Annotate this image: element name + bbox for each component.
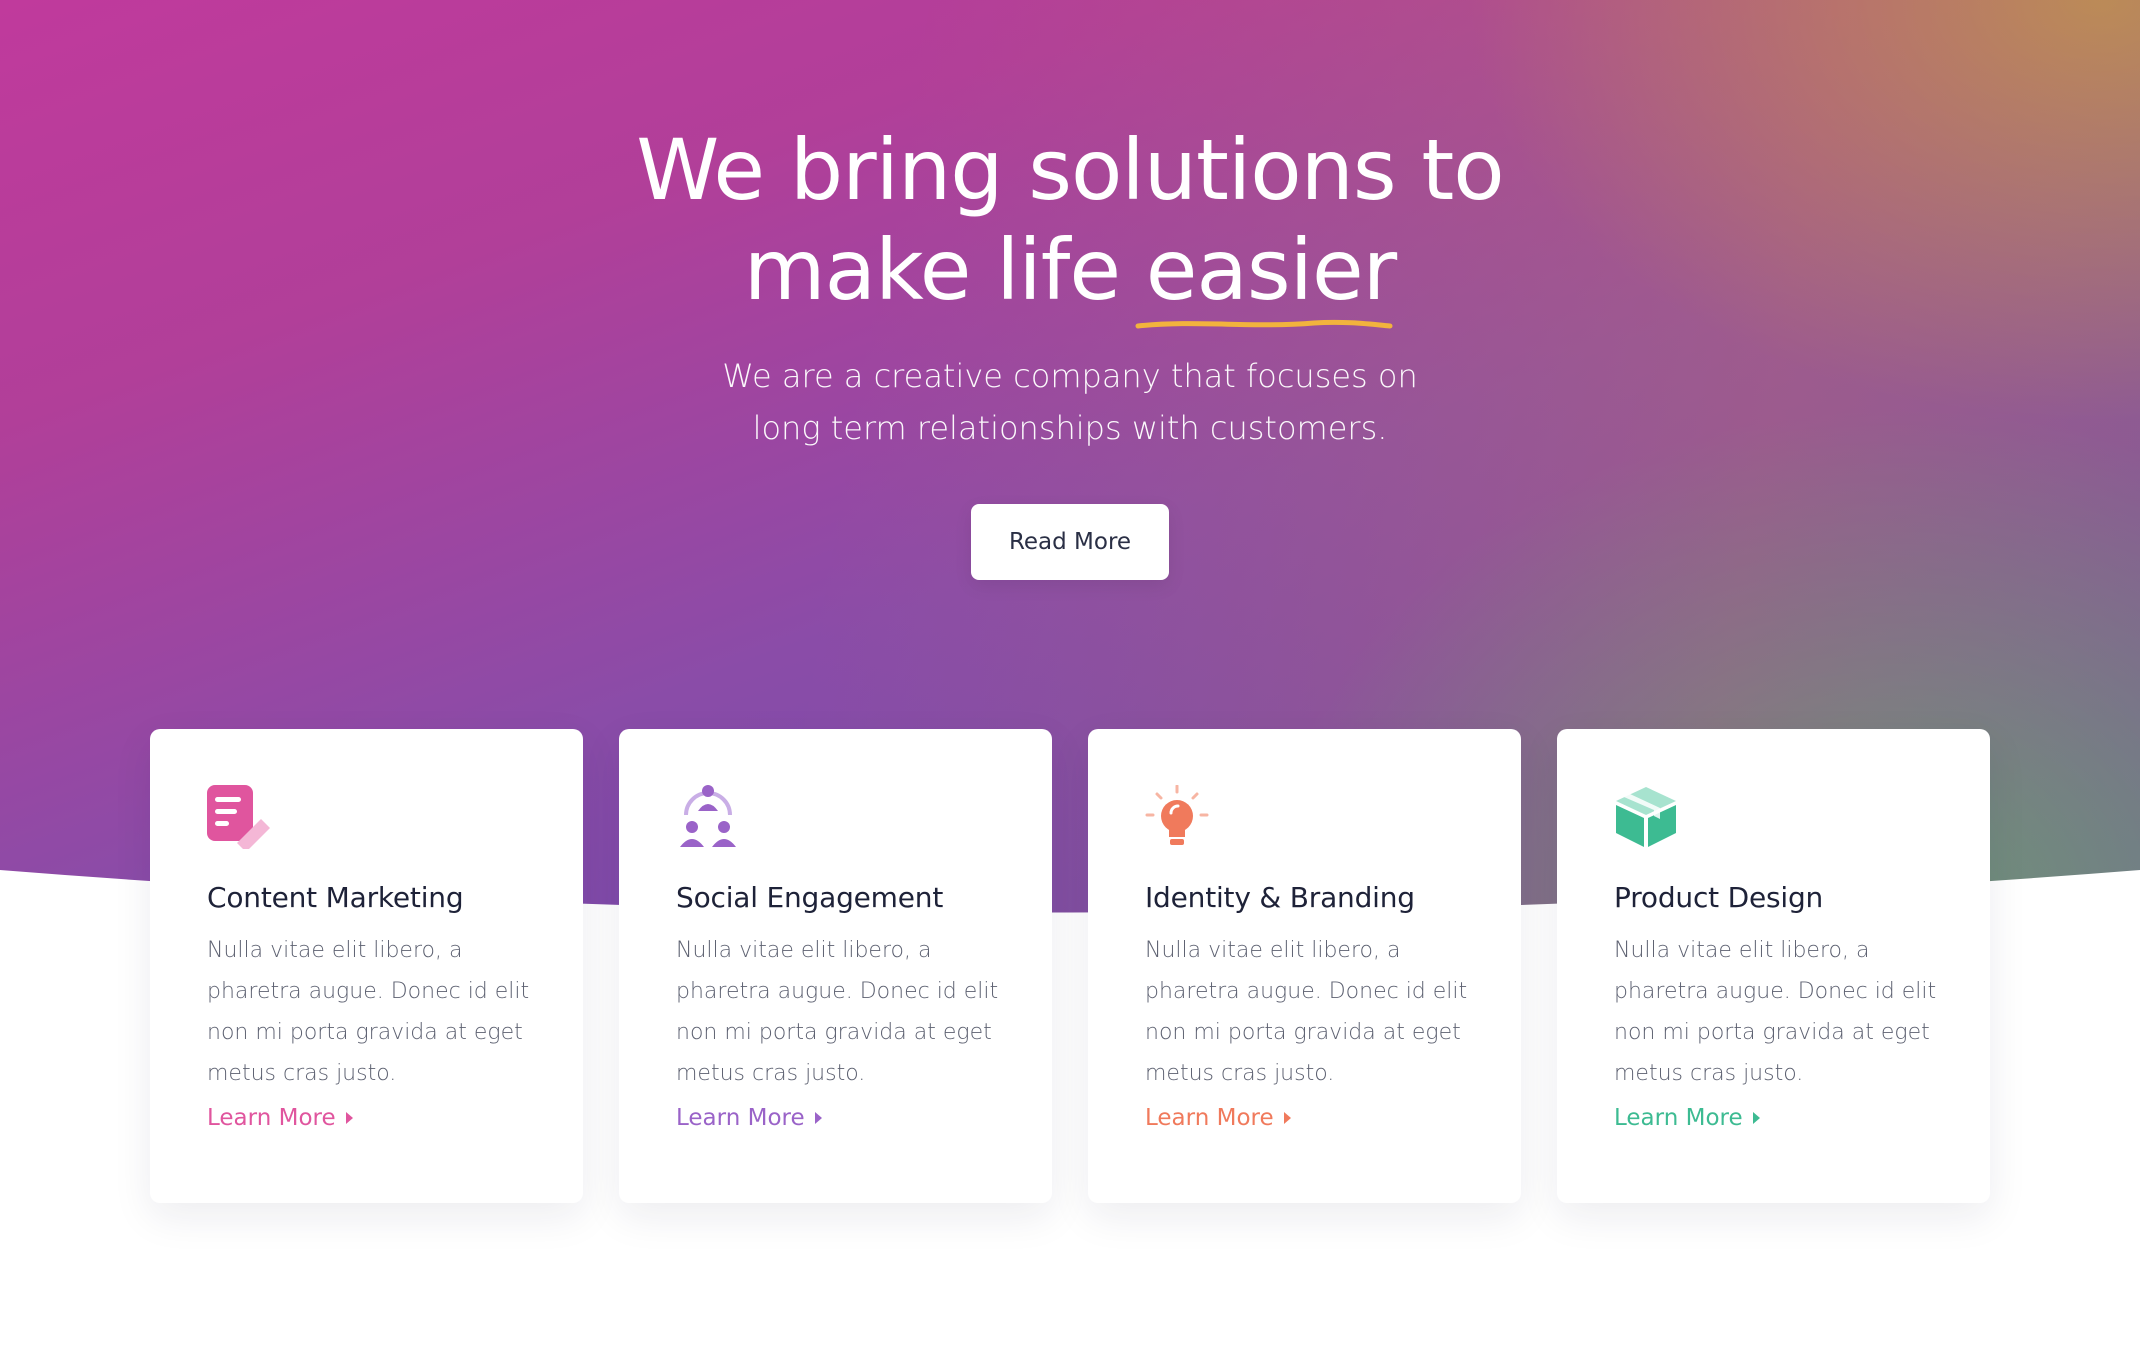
headline-line-1: We bring solutions to xyxy=(636,121,1504,219)
card-title: Identity & Branding xyxy=(1145,881,1415,914)
learn-more-label: Learn More xyxy=(676,1105,805,1131)
caret-right-icon xyxy=(814,1112,822,1124)
headline-line-2-prefix: make life xyxy=(743,221,1146,319)
card-title: Content Marketing xyxy=(207,881,464,914)
page: We bring solutions to make life easier W… xyxy=(0,0,2140,1346)
services-cards: Content Marketing Nulla vitae elit liber… xyxy=(150,729,1990,1203)
people-network-icon xyxy=(680,785,736,847)
card-content-marketing: Content Marketing Nulla vitae elit liber… xyxy=(150,729,583,1203)
caret-right-icon xyxy=(1752,1112,1760,1124)
learn-more-link[interactable]: Learn More xyxy=(1614,1105,1760,1131)
card-product-design: Product Design Nulla vitae elit libero, … xyxy=(1557,729,1990,1203)
learn-more-link[interactable]: Learn More xyxy=(676,1105,822,1131)
card-identity-branding: Identity & Branding Nulla vitae elit lib… xyxy=(1088,729,1521,1203)
learn-more-link[interactable]: Learn More xyxy=(1145,1105,1291,1131)
brush-underline xyxy=(1135,319,1393,329)
caret-right-icon xyxy=(1283,1112,1291,1124)
headline-highlight-text: easier xyxy=(1145,221,1397,319)
card-social-engagement: Social Engagement Nulla vitae elit liber… xyxy=(619,729,1052,1203)
document-edit-icon xyxy=(207,785,270,849)
learn-more-label: Learn More xyxy=(207,1105,336,1131)
headline-line-2: make life easier xyxy=(0,220,2140,329)
card-description: Nulla vitae elit libero, a pharetra augu… xyxy=(207,938,530,1086)
card-title: Social Engagement xyxy=(676,881,944,914)
card-description: Nulla vitae elit libero, a pharetra augu… xyxy=(1145,938,1468,1086)
learn-more-label: Learn More xyxy=(1145,1105,1274,1131)
read-more-button[interactable]: Read More xyxy=(970,504,1170,580)
card-description: Nulla vitae elit libero, a pharetra augu… xyxy=(676,938,999,1086)
card-title: Product Design xyxy=(1614,881,1824,914)
learn-more-label: Learn More xyxy=(1614,1105,1743,1131)
box-icon xyxy=(1616,787,1676,847)
hero-subtitle: We are a creative company that focuses o… xyxy=(722,357,1418,447)
hero-headline: We bring solutions to make life easier xyxy=(0,120,2140,329)
caret-right-icon xyxy=(345,1112,353,1124)
card-description: Nulla vitae elit libero, a pharetra augu… xyxy=(1614,938,1937,1086)
hero-section: We bring solutions to make life easier W… xyxy=(0,120,2140,580)
headline-highlight: easier xyxy=(1135,220,1397,329)
learn-more-link[interactable]: Learn More xyxy=(207,1105,353,1131)
lightbulb-icon xyxy=(1145,785,1209,845)
